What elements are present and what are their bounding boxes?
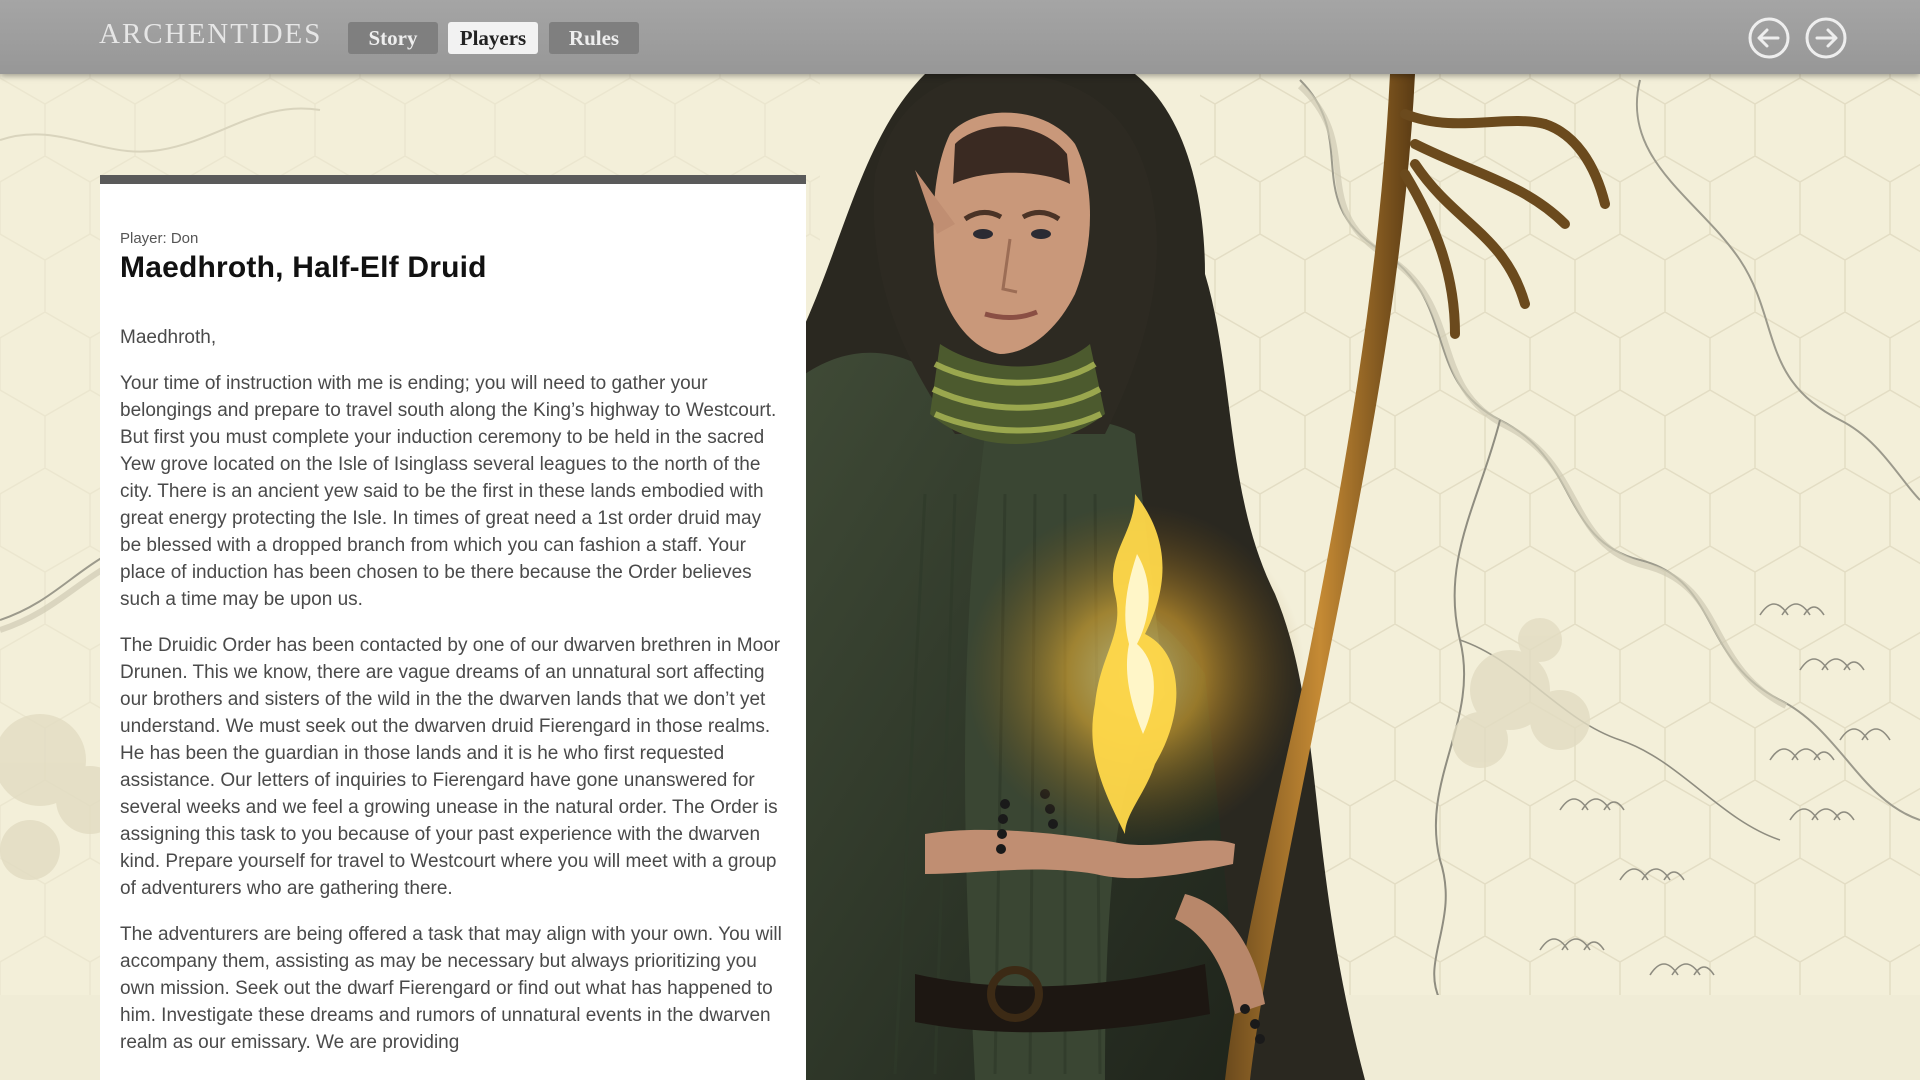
- tab-players[interactable]: Players: [448, 22, 538, 54]
- arrow-left-circle-icon[interactable]: [1747, 16, 1791, 60]
- letter-greeting: Maedhroth,: [120, 327, 217, 348]
- letter-content: Player: Don Maedhroth, Half-Elf Druid Ma…: [100, 184, 806, 1056]
- app-logo[interactable]: ARCHENTIDES: [99, 18, 322, 51]
- arrow-right-circle-icon[interactable]: [1804, 16, 1848, 60]
- tab-story[interactable]: Story: [348, 22, 438, 54]
- top-nav-bar: ARCHENTIDES Story Players Rules: [0, 0, 1920, 74]
- player-label: Player: Don: [120, 230, 199, 247]
- character-portrait: [805, 74, 1610, 1080]
- letter-paragraph: The adventurers are being offered a task…: [120, 924, 782, 1053]
- letter-panel: Player: Don Maedhroth, Half-Elf Druid Ma…: [100, 175, 806, 1080]
- letter-paragraph: Your time of instruction with me is endi…: [120, 373, 777, 610]
- tab-rules[interactable]: Rules: [549, 22, 639, 54]
- letter-paragraph: The Druidic Order has been contacted by …: [120, 635, 781, 899]
- character-title: Maedhroth, Half-Elf Druid: [120, 251, 487, 284]
